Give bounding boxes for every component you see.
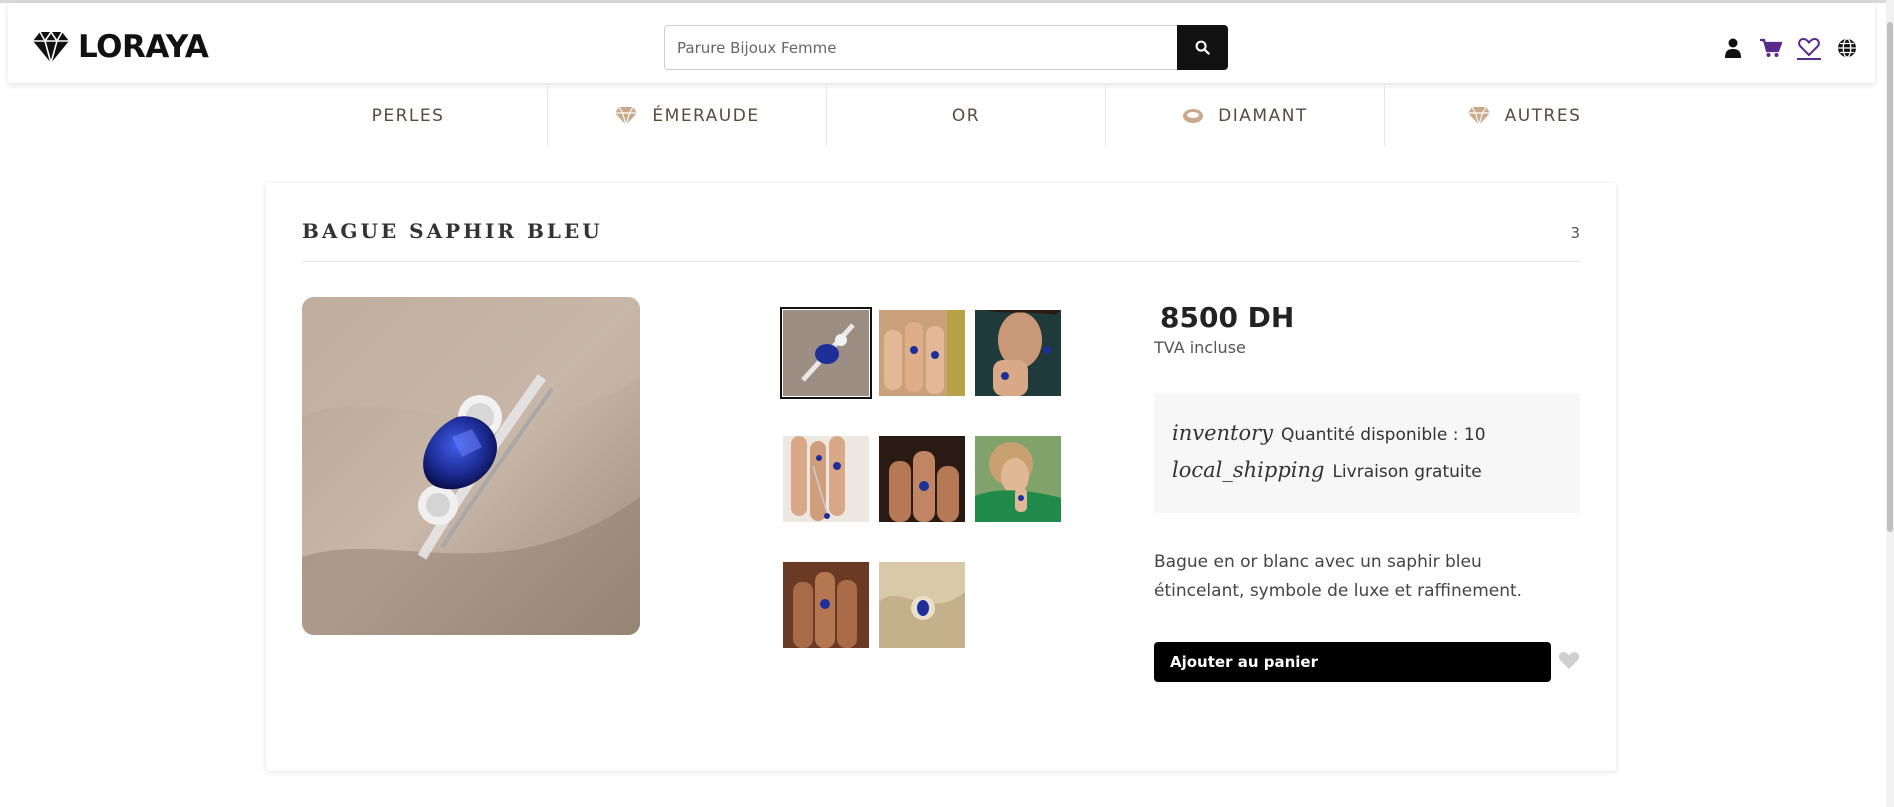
scrollbar-thumb[interactable] [1887,22,1893,532]
brand-logo[interactable]: LORAYA [32,29,209,65]
category-nav: PERLES ÉMERAUDE OR DIAMANT AUTRES [269,86,1663,146]
ring-icon [1183,109,1204,123]
thumbnail-image [975,310,1061,396]
sapphire-ring-photo [302,297,640,635]
tax-note: TVA incluse [1154,338,1246,357]
nav-item-label: OR [951,106,981,126]
add-to-cart-button[interactable]: Ajouter au panier [1154,642,1551,682]
thumbnail-image [783,562,869,648]
thumbnail-5[interactable] [879,436,965,522]
nav-item-label: PERLES [371,106,445,126]
search-input[interactable] [664,25,1177,70]
thumbnail-8[interactable] [879,562,965,648]
wishlist-button[interactable] [1558,650,1580,674]
thumbnail-image [879,310,965,396]
nav-item-label: DIAMANT [1218,106,1308,126]
user-icon [1725,38,1741,58]
language-button[interactable] [1835,36,1859,60]
nav-item-or[interactable]: OR [827,86,1106,146]
inventory-row: inventory Quantité disponible : 10 [1172,421,1486,445]
cart-button[interactable] [1759,36,1783,60]
shipping-text: Livraison gratuite [1332,462,1482,482]
nav-item-label: AUTRES [1504,106,1582,126]
thumbnail-4[interactable] [783,436,869,522]
thumbnail-3[interactable] [975,310,1061,396]
title-divider [302,261,1580,262]
nav-item-diamant[interactable]: DIAMANT [1106,86,1385,146]
product-info-box: inventory Quantité disponible : 10 local… [1154,393,1580,513]
thumbnail-6[interactable] [975,436,1061,522]
thumbnail-2[interactable] [879,310,965,396]
product-title: BAGUE SAPHIR BLEU [302,219,603,243]
search-bar [664,25,1235,70]
thumbnail-image [879,562,965,648]
gem-icon [1467,106,1490,126]
thumbnail-image [783,436,869,522]
heart-icon [1558,652,1580,669]
thumbnail-image [783,310,869,396]
thumbnail-image [879,436,965,522]
thumbnail-image [975,436,1061,522]
product-count: 3 [1570,224,1580,242]
nav-item-label: ÉMERAUDE [652,106,760,126]
product-description: Bague en or blanc avec un saphir bleu ét… [1154,552,1523,601]
favorites-button[interactable] [1797,36,1821,60]
header-icons [1721,36,1859,60]
gem-icon [615,106,638,126]
thumbnail-1[interactable] [780,307,872,399]
globe-icon [1838,38,1856,58]
favorites-icon [1798,37,1820,57]
brand-name: LORAYA [78,29,209,65]
nav-item-autres[interactable]: AUTRES [1385,86,1663,146]
nav-item-perles[interactable]: PERLES [269,86,548,146]
inventory-icon: inventory [1172,421,1274,445]
site-header: LORAYA [8,3,1875,83]
shipping-row: local_shipping Livraison gratuite [1172,458,1482,482]
user-button[interactable] [1721,36,1745,60]
local-shipping-icon: local_shipping [1172,458,1325,482]
search-icon [1195,40,1210,55]
product-main-image[interactable] [302,297,640,635]
inventory-text: Quantité disponible : 10 [1281,425,1486,445]
diamond-logo-icon [33,30,69,64]
product-card: BAGUE SAPHIR BLEU 3 8500 DH TVA incluse … [266,183,1616,771]
cart-icon [1760,38,1782,57]
search-button[interactable] [1177,25,1228,70]
product-price: 8500 DH [1160,301,1295,334]
thumbnail-7[interactable] [783,562,869,648]
nav-item-emeraude[interactable]: ÉMERAUDE [548,86,827,146]
